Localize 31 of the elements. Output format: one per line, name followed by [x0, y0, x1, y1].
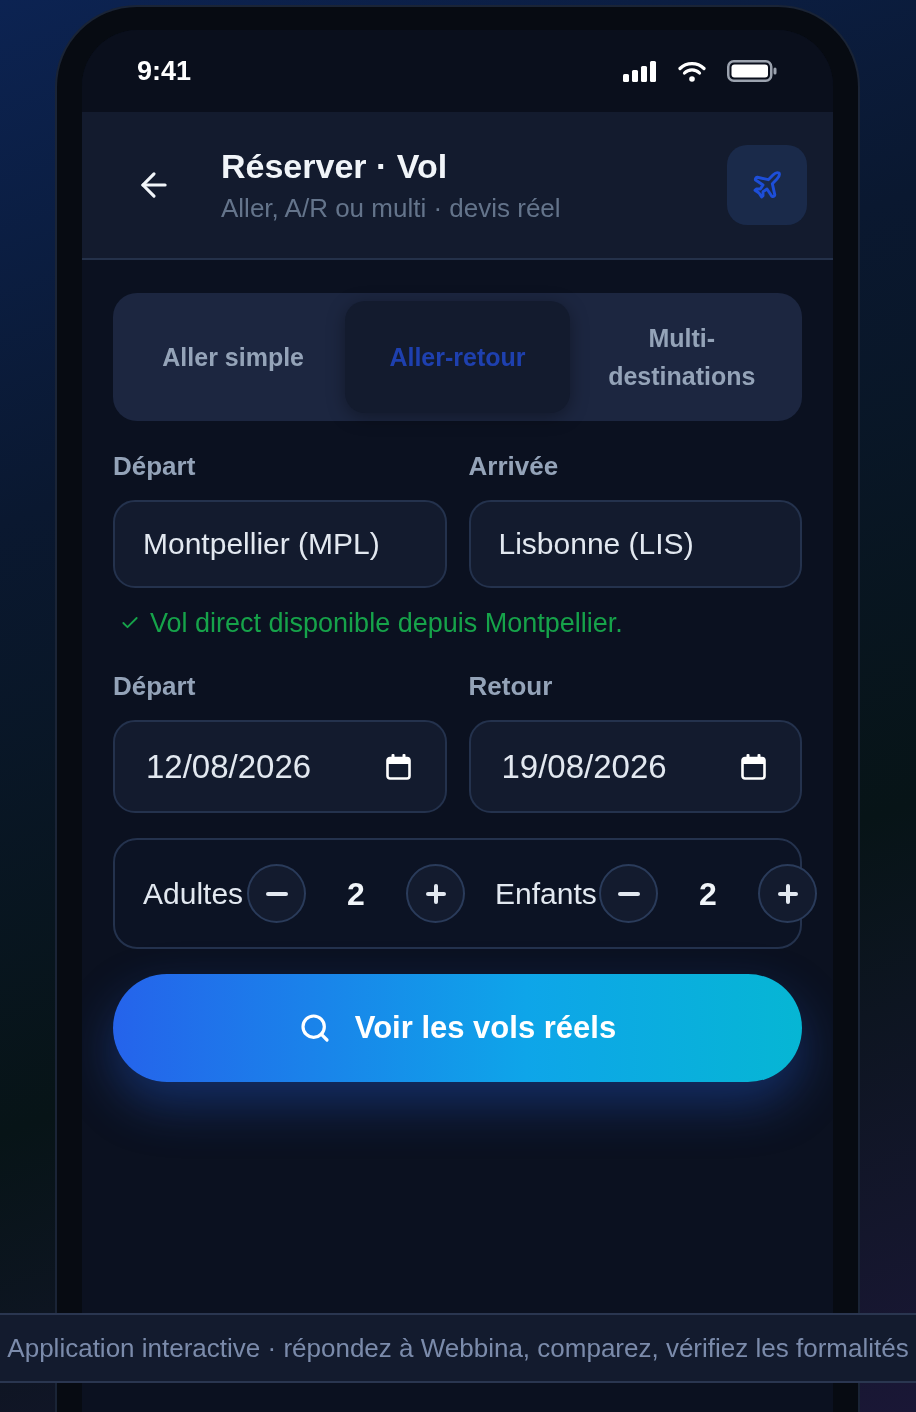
calendar-icon[interactable] [741, 753, 766, 780]
status-time: 9:41 [137, 54, 192, 88]
field-label: Retour [468, 671, 554, 701]
flight-button[interactable] [727, 145, 807, 225]
plus-icon [425, 883, 446, 904]
battery-icon [727, 60, 777, 82]
field-label: Arrivée [468, 451, 560, 481]
passenger-count: 2 [346, 874, 366, 914]
minus-icon [617, 891, 640, 896]
page-title: Réserver · Vol [221, 147, 449, 185]
plane-icon [751, 169, 783, 201]
minus-icon [265, 891, 288, 896]
search-icon [298, 1012, 331, 1044]
route-notice: Vol direct disponible depuis Montpellier. [150, 607, 623, 639]
trip-type-tab[interactable]: Aller simple [121, 301, 346, 413]
trip-type-tab[interactable]: Multi-destinations [569, 301, 794, 413]
airport-input[interactable]: Lisbonne (LIS) [468, 500, 802, 588]
calendar-icon[interactable] [385, 753, 411, 780]
passenger-label: Adultes [143, 876, 245, 912]
signal-icon [623, 60, 657, 82]
date-input[interactable]: 12/08/2026 [113, 720, 447, 813]
airport-input[interactable]: Montpellier (MPL) [113, 500, 447, 588]
plus-icon [777, 883, 798, 904]
date-input[interactable]: 19/08/2026 [468, 720, 802, 813]
field-label: Départ [113, 671, 197, 701]
page-subtitle: Aller, A/R ou multi · devis réel [221, 193, 562, 223]
banner-text: Application interactive · répondez à Webbina, comparez, vérifiez les formalités [7, 1331, 909, 1365]
passenger-count: 2 [698, 874, 718, 914]
field-label: Départ [113, 451, 197, 481]
passenger-label: Enfants [495, 876, 598, 912]
wifi-icon [678, 60, 706, 82]
